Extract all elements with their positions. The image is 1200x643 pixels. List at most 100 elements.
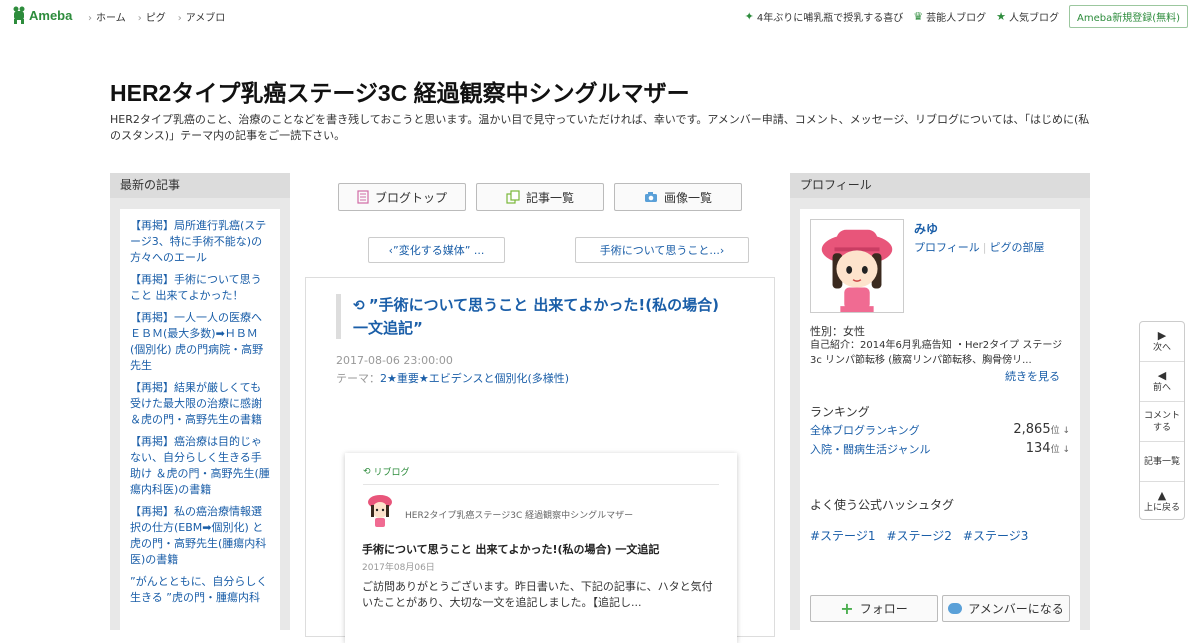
avatar [368, 495, 392, 527]
recent-article-link[interactable]: 【再掲】私の癌治療情報選択の仕方(EBM➡個別化) と虎の門・高野先生(腫瘍内科… [130, 504, 270, 568]
back-to-top-button[interactable]: ▲ 上に戻る [1140, 482, 1184, 522]
sparkle-icon: ✦ [744, 10, 754, 23]
ranking-name[interactable]: 入院・闘病生活ジャンル [810, 441, 930, 457]
next-article-label: 手術について思うこと... [599, 244, 720, 257]
blog-top-button[interactable]: ブログトップ [338, 183, 466, 211]
profile-gender: 性別：女性 [810, 325, 865, 338]
reblog-date: 2017年08月06日 [362, 563, 435, 573]
triangle-up-icon: ▲ [1157, 489, 1167, 502]
read-more-link[interactable]: 続きを見る [1005, 368, 1060, 384]
celebrity-blog-link[interactable]: ♛ 芸能人ブログ [913, 9, 986, 24]
reblog-card[interactable]: ⟲ リブログ HER2タイプ乳癌ステージ3C 経過観察中シングルマザー 手術につ… [345, 453, 737, 643]
article: ⟲ ”手術について思うこと 出来てよかった!(私の場合) 一文追記” 2017-0… [305, 277, 775, 643]
separator: | [982, 241, 987, 254]
recent-articles-heading: 最新の記事 [110, 173, 290, 198]
blog-top-label: ブログトップ [374, 190, 447, 205]
hashtag-list: #ステージ1 #ステージ2 #ステージ3 [810, 527, 1028, 544]
chat-bubble-icon [948, 603, 963, 614]
prev-article-label: ”変化する媒体” ... [393, 244, 485, 257]
hashtag-link[interactable]: #ステージ1 [810, 527, 875, 544]
signup-button[interactable]: Ameba新規登録(無料) [1068, 5, 1188, 28]
ranking-heading: ランキング [810, 405, 870, 419]
article-list-side-label: 記事一覧 [1143, 456, 1180, 467]
reblog-small-icon: ⟲ [363, 466, 371, 477]
blog-title[interactable]: HER2タイプ乳癌ステージ3C 経過観察中シングルマザー [110, 74, 690, 108]
article-list-button[interactable]: 記事一覧 [476, 183, 604, 211]
reblog-title: 手術について思うこと 出来てよかった!(私の場合) 一文追記 [362, 543, 660, 556]
amember-button[interactable]: アメンバーになる [942, 595, 1070, 622]
profile-intro: 自己紹介：2014年6月乳癌告知 ・Her2タイプ ステージ3c リンパ節転移 … [810, 340, 1063, 366]
reblog-label-text: リブログ [373, 468, 410, 478]
back-to-top-label: 上に戻る [1143, 503, 1180, 513]
recent-article-link[interactable]: 【再掲】癌治療は目的じゃない、自分らしく生きる手助け ＆虎の門・高野先生(腫瘍内… [130, 434, 270, 498]
reblog-label: ⟲ リブログ [363, 465, 410, 479]
recent-articles-panel: 最新の記事 【再掲】局所進行乳癌(ステージ3、特に手術不能な)の方々へのエール … [110, 173, 290, 639]
prev-article-button[interactable]: ‹ ”変化する媒体” ... [368, 237, 505, 263]
celebrity-blog-label: 芸能人ブログ [926, 13, 987, 24]
popular-blog-label: 人気ブログ [1008, 13, 1059, 24]
hashtag-link[interactable]: #ステージ3 [963, 527, 1028, 544]
recent-article-link[interactable]: ”がんとともに、自分らしく生きる ”虎の門・腫瘍内科 [130, 574, 270, 606]
next-button[interactable]: ▶ 次へ [1140, 322, 1184, 362]
crown-icon: ♛ [913, 10, 924, 23]
recent-article-link[interactable]: 【再掲】一人一人の医療へ ＥＢＭ(最大多数)➡ＨＢＭ(個別化) 虎の門病院・高野… [130, 310, 270, 374]
profile-link[interactable]: プロフィール [914, 241, 980, 254]
theme-label: テーマ： [336, 372, 380, 385]
ameba-logo[interactable]: Ameba [12, 6, 72, 24]
recent-article-link[interactable]: 【再掲】手術について思うこと 出来てよかった！ [130, 272, 270, 304]
profile-links: プロフィール | ピグの部屋 [914, 239, 1045, 255]
article-title[interactable]: ⟲ ”手術について思うこと 出来てよかった!(私の場合) 一文追記” [336, 294, 736, 339]
trending-link[interactable]: ✦ 4年ぶりに哺乳瓶で授乳する喜び [745, 9, 904, 24]
document-icon [357, 190, 369, 204]
recent-articles-list: 【再掲】局所進行乳癌(ステージ3、特に手術不能な)の方々へのエール 【再掲】手術… [120, 209, 280, 639]
ranking-row: 入院・闘病生活ジャンル 134位 ↓ [810, 441, 1070, 457]
ranking-unit: 位 ↓ [1050, 426, 1070, 436]
article-date: 2017-08-06 23:00:00 [336, 354, 453, 367]
next-article-button[interactable]: 手術について思うこと... › [575, 237, 749, 263]
plus-icon: + [840, 599, 854, 618]
top-nav-pig[interactable]: ピグ [138, 9, 166, 24]
star-icon: ★ [996, 10, 1006, 23]
reblog-icon: ⟲ [353, 298, 365, 314]
profile-box: みゆ プロフィール | ピグの部屋 性別：女性 自己紹介：2014年6月乳癌告知 ・… [800, 209, 1080, 639]
chevron-right-icon: › [719, 243, 725, 257]
divider [363, 484, 719, 485]
amember-label: アメンバーになる [968, 602, 1064, 616]
floating-side-nav: ▶ 次へ ◀ 前へ コメントする 記事一覧 ▲ 上に戻る [1139, 321, 1185, 520]
copy-icon [506, 190, 520, 204]
blog-description: HER2タイプ乳癌のこと、治療のことなどを書き残しておこうと思います。温かい目で… [110, 113, 1090, 142]
ranking-unit: 位 ↓ [1050, 445, 1070, 455]
follow-label: フォロー [859, 602, 908, 616]
ranking-name[interactable]: 全体ブログランキング [810, 422, 920, 438]
popular-blog-link[interactable]: ★ 人気ブログ [996, 9, 1059, 24]
profile-avatar[interactable] [810, 219, 904, 313]
camera-icon [644, 192, 657, 202]
hashtag-link[interactable]: #ステージ2 [886, 527, 951, 544]
reblog-excerpt: ご訪問ありがとうございます。昨日書いた、下記の記事に、ハタと気付いたことがあり、… [362, 580, 713, 609]
top-nav-ameblo[interactable]: アメブロ [178, 9, 226, 24]
article-list-side-button[interactable]: 記事一覧 [1140, 442, 1184, 482]
comment-button[interactable]: コメントする [1140, 402, 1184, 442]
ranking-number: 134 [1025, 441, 1051, 456]
comment-label: コメントする [1144, 410, 1181, 433]
ranking-value: 2,865位 ↓ [1013, 422, 1070, 438]
profile-name[interactable]: みゆ [914, 220, 938, 237]
trending-label: 4年ぶりに哺乳瓶で授乳する喜び [756, 13, 904, 24]
top-bar: Ameba ホーム ピグ アメブロ ✦ 4年ぶりに哺乳瓶で授乳する喜び ♛ 芸能… [0, 0, 1200, 30]
top-nav: ホーム ピグ アメブロ [88, 9, 225, 24]
top-nav-home[interactable]: ホーム [88, 9, 126, 24]
next-label: 次へ [1152, 342, 1171, 353]
image-list-label: 画像一覧 [663, 190, 712, 205]
prev-button[interactable]: ◀ 前へ [1140, 362, 1184, 402]
recent-article-link[interactable]: 【再掲】局所進行乳癌(ステージ3、特に手術不能な)の方々へのエール [130, 218, 270, 266]
prev-label: 前へ [1152, 382, 1171, 393]
reblog-blog-name: HER2タイプ乳癌ステージ3C 経過観察中シングルマザー [405, 511, 634, 521]
image-list-button[interactable]: 画像一覧 [614, 183, 742, 211]
profile-heading: プロフィール [790, 173, 1090, 198]
recent-article-link[interactable]: 【再掲】結果が厳しくても受けた最大限の治療に感謝 ＆虎の門・高野先生の書籍 [130, 380, 270, 428]
profile-panel: プロフィール みゆ プロフィール | ピグの部屋 性別：女性 自己紹介：2014年6… [790, 173, 1090, 639]
logo-text: Ameba [29, 7, 73, 23]
theme-link[interactable]: 2★重要★エビデンスと個別化(多様性) [380, 372, 569, 385]
follow-button[interactable]: + フォロー [810, 595, 938, 622]
pig-room-link[interactable]: ピグの部屋 [990, 241, 1045, 254]
